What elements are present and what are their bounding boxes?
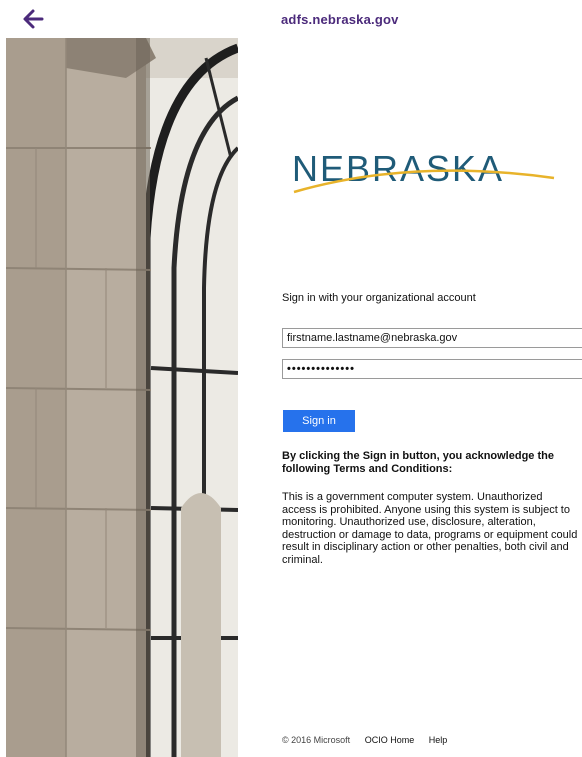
logo-swoosh-icon [293, 169, 555, 194]
help-link[interactable]: Help [429, 735, 448, 745]
password-input[interactable] [282, 359, 582, 379]
background-illustration [6, 38, 238, 757]
signin-button[interactable]: Sign in [283, 410, 355, 432]
top-bar: adfs.nebraska.gov [0, 0, 582, 38]
footer: © 2016 Microsoft OCIO Home Help [282, 735, 459, 745]
back-button[interactable] [20, 6, 48, 32]
page-url: adfs.nebraska.gov [281, 12, 399, 27]
terms-heading: By clicking the Sign in button, you ackn… [282, 450, 554, 475]
terms-body: This is a government computer system. Un… [282, 491, 578, 566]
copyright-text: © 2016 Microsoft [282, 735, 351, 745]
ocio-home-link[interactable]: OCIO Home [365, 735, 415, 745]
nebraska-logo: NEBRASKA [292, 148, 562, 200]
username-input[interactable] [282, 328, 582, 348]
back-arrow-icon [23, 9, 44, 29]
signin-title: Sign in with your organizational account [282, 292, 476, 304]
